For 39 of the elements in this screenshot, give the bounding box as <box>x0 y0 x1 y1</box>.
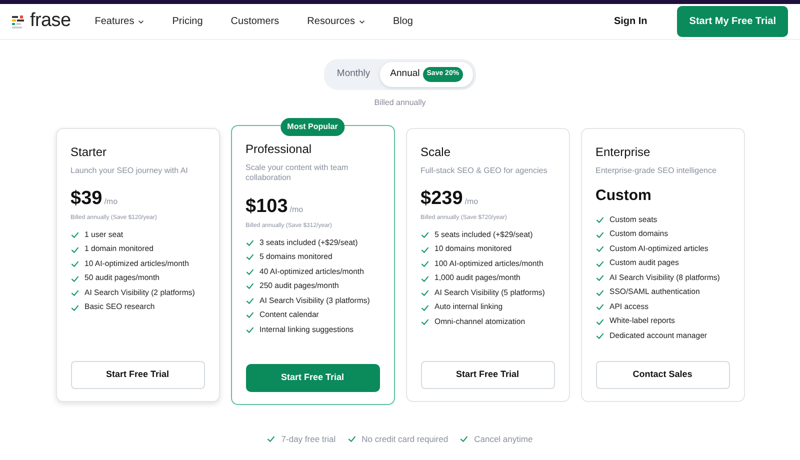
check-icon <box>348 434 356 443</box>
plan-cta-button[interactable]: Start Free Trial <box>246 364 380 392</box>
plan-cta-button[interactable]: Contact Sales <box>596 361 730 388</box>
nav-link[interactable]: Resources <box>307 14 365 29</box>
free-trial-button[interactable]: Start My Free Trial <box>677 6 788 37</box>
billing-option[interactable]: Monthly <box>326 62 380 86</box>
plan-tagline: Full-stack SEO & GEO for agencies <box>420 166 548 176</box>
logo-wordmark[interactable]: frase <box>30 7 71 36</box>
plan-cta-button[interactable]: Start Free Trial <box>420 361 554 388</box>
plan-price: $39 <box>70 187 102 212</box>
chevron-down-icon <box>138 20 144 24</box>
plan-name: Professional <box>246 140 313 158</box>
guarantee-text: 7-day free trial <box>281 432 336 446</box>
guarantee-text: Cancel anytime <box>474 432 533 446</box>
plan-tagline: Launch your SEO journey with AI <box>70 166 189 176</box>
plan-name: Scale <box>420 144 452 160</box>
nav-link[interactable]: Blog <box>392 14 413 29</box>
check-icon <box>267 434 276 443</box>
guarantee-text: No credit card required <box>362 432 448 446</box>
price-period: /mo <box>104 196 118 208</box>
plan-cta-button[interactable]: Start Free Trial <box>70 361 204 388</box>
plan-tagline: Enterprise-grade SEO intelligence <box>596 166 718 176</box>
plan-price: Custom <box>596 186 652 206</box>
check-icon <box>460 434 468 443</box>
price-period: /mo <box>464 196 478 208</box>
nav-link[interactable]: Pricing <box>172 14 203 29</box>
plan-name: Enterprise <box>596 144 652 160</box>
billing-note: Billed annually <box>374 96 426 108</box>
plan-name: Starter <box>70 144 108 160</box>
plan-price: $239 <box>420 187 463 212</box>
most-popular-badge: Most Popular <box>280 118 345 136</box>
price-period: /mo <box>290 204 304 216</box>
logo-icon <box>10 14 26 30</box>
nav-link[interactable]: Features <box>94 14 144 29</box>
plan-price: $103 <box>246 195 288 220</box>
chevron-down-icon <box>358 20 365 24</box>
sign-in-link[interactable]: Sign In <box>608 13 654 30</box>
nav-link[interactable]: Customers <box>230 14 280 29</box>
plan-tagline: Scale your content with team collaboration <box>246 162 350 184</box>
